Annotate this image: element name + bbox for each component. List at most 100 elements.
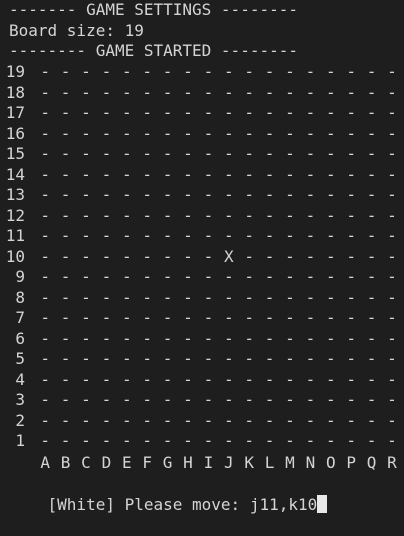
empty-intersection: -	[183, 164, 193, 184]
empty-intersection: -	[121, 431, 132, 450]
empty-intersection: -	[81, 185, 91, 204]
terminal-window[interactable]: ------- GAME SETTINGS -------- Board siz…	[0, 0, 404, 514]
empty-intersection: -	[101, 410, 112, 430]
empty-intersection: -	[366, 287, 377, 307]
empty-intersection: -	[183, 349, 193, 368]
empty-intersection: -	[121, 144, 132, 163]
empty-intersection: -	[183, 328, 193, 348]
empty-intersection: -	[40, 328, 51, 348]
board-row: 11-------------------	[0, 226, 404, 247]
empty-intersection: -	[81, 328, 91, 348]
empty-intersection: -	[60, 123, 71, 143]
empty-intersection: -	[101, 123, 112, 143]
empty-intersection: -	[285, 62, 295, 81]
empty-intersection: -	[366, 328, 377, 348]
empty-intersection: -	[203, 328, 214, 348]
empty-intersection: -	[387, 123, 397, 143]
empty-intersection: -	[305, 431, 316, 450]
empty-intersection: -	[244, 82, 255, 102]
empty-intersection: -	[203, 349, 214, 368]
empty-intersection: -	[223, 123, 234, 143]
empty-intersection: -	[244, 328, 255, 348]
empty-intersection: -	[81, 390, 91, 409]
empty-intersection: -	[81, 308, 91, 327]
empty-intersection: -	[101, 308, 112, 327]
row-label: 19	[5, 62, 25, 81]
empty-intersection: -	[121, 82, 132, 102]
empty-intersection: -	[305, 103, 316, 122]
board-row: 15-------------------	[0, 144, 404, 165]
empty-intersection: -	[244, 267, 255, 286]
empty-intersection: -	[305, 246, 316, 266]
empty-intersection: -	[325, 431, 336, 450]
empty-intersection: -	[346, 246, 357, 266]
empty-intersection: -	[40, 164, 51, 184]
move-prompt-line[interactable]: [White] Please move: j11,k10	[9, 474, 328, 514]
empty-intersection: -	[142, 103, 153, 122]
board-row: 9-------------------	[0, 267, 404, 288]
board-row: 17-------------------	[0, 103, 404, 124]
empty-intersection: -	[183, 123, 193, 143]
board-row: 12-------------------	[0, 206, 404, 227]
empty-intersection: -	[366, 308, 377, 327]
empty-intersection: -	[223, 431, 234, 450]
empty-intersection: -	[101, 185, 112, 204]
empty-intersection: -	[183, 185, 193, 204]
empty-intersection: -	[305, 62, 316, 81]
empty-intersection: -	[183, 103, 193, 122]
empty-intersection: -	[387, 164, 397, 184]
empty-intersection: -	[121, 103, 132, 122]
empty-intersection: -	[264, 62, 275, 81]
empty-intersection: -	[81, 287, 91, 307]
empty-intersection: -	[60, 144, 71, 163]
board-size-line: Board size: 19	[9, 20, 144, 40]
empty-intersection: -	[101, 431, 112, 450]
empty-intersection: -	[264, 369, 275, 389]
empty-intersection: -	[40, 267, 51, 286]
empty-intersection: -	[81, 82, 91, 102]
empty-intersection: -	[101, 328, 112, 348]
empty-intersection: -	[223, 308, 234, 327]
empty-intersection: -	[203, 267, 214, 286]
empty-intersection: -	[40, 390, 51, 409]
empty-intersection: -	[60, 308, 71, 327]
empty-intersection: -	[60, 205, 71, 225]
empty-intersection: -	[101, 144, 112, 163]
row-label: 18	[5, 82, 25, 102]
empty-intersection: -	[325, 267, 336, 286]
empty-intersection: -	[183, 246, 193, 266]
empty-intersection: -	[285, 226, 295, 245]
empty-intersection: -	[264, 164, 275, 184]
empty-intersection: -	[121, 164, 132, 184]
empty-intersection: -	[223, 390, 234, 409]
empty-intersection: -	[223, 410, 234, 430]
empty-intersection: -	[244, 287, 255, 307]
empty-intersection: -	[305, 369, 316, 389]
empty-intersection: -	[366, 390, 377, 409]
empty-intersection: -	[183, 62, 193, 81]
empty-intersection: -	[101, 267, 112, 286]
empty-intersection: -	[142, 62, 153, 81]
empty-intersection: -	[264, 349, 275, 368]
move-input[interactable]: j11,k10	[250, 495, 317, 514]
empty-intersection: -	[305, 164, 316, 184]
empty-intersection: -	[203, 103, 214, 122]
row-label: 3	[15, 390, 25, 409]
board-row: 1-------------------	[0, 431, 404, 452]
empty-intersection: -	[81, 205, 91, 225]
empty-intersection: -	[305, 123, 316, 143]
empty-intersection: -	[183, 205, 193, 225]
empty-intersection: -	[387, 185, 397, 204]
empty-intersection: -	[325, 144, 336, 163]
empty-intersection: -	[387, 287, 397, 307]
empty-intersection: -	[162, 164, 173, 184]
empty-intersection: -	[387, 103, 397, 122]
empty-intersection: -	[285, 144, 295, 163]
empty-intersection: -	[60, 246, 71, 266]
column-label: G	[162, 453, 173, 472]
empty-intersection: -	[366, 431, 377, 450]
empty-intersection: -	[142, 390, 153, 409]
column-label: R	[387, 453, 397, 472]
empty-intersection: -	[203, 369, 214, 389]
empty-intersection: -	[325, 287, 336, 307]
